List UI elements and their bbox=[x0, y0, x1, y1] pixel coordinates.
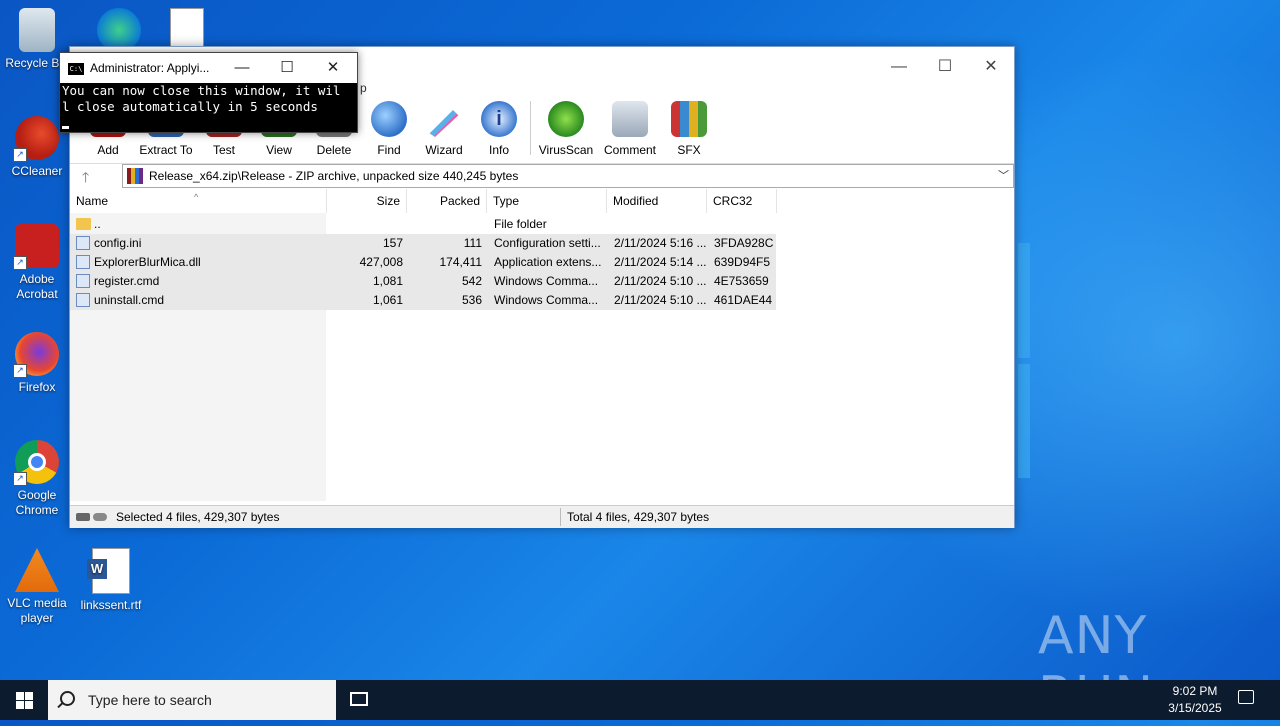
settings-file-icon bbox=[76, 236, 90, 250]
drive-icon[interactable] bbox=[76, 513, 90, 521]
shortcut-arrow-icon: ↗ bbox=[13, 148, 27, 162]
folder-icon bbox=[76, 218, 91, 230]
cmd-maximize-button[interactable]: ☐ bbox=[267, 57, 307, 79]
column-header-crc32[interactable]: CRC32 bbox=[707, 189, 777, 213]
cmd-output: You can now close this window, it wil l c… bbox=[62, 83, 341, 114]
column-header-modified[interactable]: Modified bbox=[607, 189, 707, 213]
status-bar: Selected 4 files, 429,307 bytes Total 4 … bbox=[70, 505, 1014, 528]
task-view-icon[interactable] bbox=[350, 692, 368, 706]
column-header-type[interactable]: Type bbox=[487, 189, 607, 213]
desktop-icon-linkssent-rtf[interactable]: W linkssent.rtf bbox=[76, 548, 146, 613]
dll-file-icon bbox=[76, 255, 90, 269]
virusscan-button[interactable]: VirusScan bbox=[536, 101, 596, 157]
shortcut-arrow-icon: ↗ bbox=[13, 256, 27, 270]
table-row[interactable]: ExplorerBlurMica.dll 427,008 174,411 App… bbox=[70, 253, 776, 272]
desktop-icon-firefox[interactable]: ↗ Firefox bbox=[2, 332, 72, 395]
cmd-minimize-button[interactable]: — bbox=[222, 57, 262, 79]
key-icon[interactable] bbox=[93, 513, 107, 521]
sfx-button[interactable]: SFX bbox=[659, 101, 719, 157]
vlc-icon bbox=[15, 548, 59, 592]
minimize-button[interactable]: — bbox=[876, 53, 922, 81]
virusscan-icon bbox=[548, 101, 584, 137]
adobe-acrobat-icon: ↗ bbox=[13, 224, 59, 270]
start-button[interactable] bbox=[0, 680, 48, 720]
menu-help-fragment[interactable]: p bbox=[360, 81, 367, 95]
desktop-icon-google-chrome[interactable]: ↗ Google Chrome bbox=[2, 440, 72, 518]
sfx-icon bbox=[671, 101, 707, 137]
windows-logo-bg-top bbox=[1018, 243, 1030, 358]
find-icon bbox=[371, 101, 407, 137]
cmd-file-icon bbox=[76, 274, 90, 288]
cmd-title: Administrator: Applyi... bbox=[90, 61, 210, 75]
search-icon bbox=[60, 691, 75, 706]
notification-center-icon[interactable] bbox=[1238, 690, 1254, 704]
cmd-window[interactable]: C:\ Administrator: Applyi... — ☐ ✕ You c… bbox=[59, 52, 358, 133]
cmd-titlebar[interactable]: C:\ Administrator: Applyi... — ☐ ✕ bbox=[60, 53, 357, 83]
table-row-parent-folder[interactable]: .. File folder bbox=[70, 215, 776, 234]
status-total: Total 4 files, 429,307 bytes bbox=[567, 510, 710, 524]
windows-logo-icon bbox=[16, 692, 24, 700]
toolbar-separator bbox=[530, 101, 531, 155]
up-arrow-icon[interactable]: 🡑 bbox=[82, 167, 89, 191]
status-separator bbox=[560, 508, 561, 526]
winrar-archive-icon bbox=[127, 168, 143, 184]
chrome-icon: ↗ bbox=[13, 440, 59, 486]
status-selected: Selected 4 files, 429,307 bytes bbox=[116, 510, 280, 524]
chevron-down-icon[interactable]: ﹀ bbox=[998, 167, 1009, 183]
table-row[interactable]: register.cmd 1,081 542 Windows Comma... … bbox=[70, 272, 776, 291]
find-button[interactable]: Find bbox=[359, 101, 419, 157]
firefox-icon: ↗ bbox=[13, 332, 59, 378]
file-list[interactable]: Name ^ Size Packed Type Modified CRC32 ..… bbox=[70, 189, 1014, 501]
info-button[interactable]: i Info bbox=[469, 101, 529, 157]
desktop-icon-vlc[interactable]: VLC media player bbox=[2, 548, 72, 626]
column-header-size[interactable]: Size bbox=[327, 189, 407, 213]
comment-button[interactable]: Comment bbox=[600, 101, 660, 157]
table-row[interactable]: uninstall.cmd 1,061 536 Windows Comma...… bbox=[70, 291, 776, 310]
column-header-packed[interactable]: Packed bbox=[407, 189, 487, 213]
ccleaner-icon: ↗ bbox=[13, 116, 59, 162]
cmd-icon: C:\ bbox=[68, 63, 84, 75]
shortcut-arrow-icon: ↗ bbox=[13, 364, 27, 378]
taskbar: Type here to search 9:02 PM 3/15/2025 bbox=[0, 680, 1280, 720]
address-bar: 🡑 Release_x64.zip\Release - ZIP archive,… bbox=[70, 163, 1014, 188]
maximize-button[interactable]: ☐ bbox=[922, 53, 968, 81]
cmd-file-icon bbox=[76, 293, 90, 307]
wizard-button[interactable]: Wizard bbox=[414, 101, 474, 157]
system-clock[interactable]: 9:02 PM 3/15/2025 bbox=[1150, 683, 1240, 717]
windows-logo-bg-bottom bbox=[1018, 364, 1030, 478]
comment-icon bbox=[612, 101, 648, 137]
table-row[interactable]: config.ini 157 111 Configuration setti..… bbox=[70, 234, 776, 253]
sort-ascending-icon: ^ bbox=[194, 192, 199, 202]
archive-path-box[interactable]: Release_x64.zip\Release - ZIP archive, u… bbox=[122, 164, 1014, 188]
column-header-name[interactable]: Name ^ bbox=[70, 189, 327, 213]
taskbar-search-box[interactable]: Type here to search bbox=[48, 680, 336, 720]
shortcut-arrow-icon: ↗ bbox=[13, 472, 27, 486]
word-document-icon: W bbox=[87, 548, 130, 594]
desktop-icon-adobe-acrobat[interactable]: ↗ Adobe Acrobat bbox=[2, 224, 72, 302]
wizard-icon bbox=[429, 110, 459, 137]
recycle-bin-icon bbox=[19, 8, 55, 52]
cmd-close-button[interactable]: ✕ bbox=[313, 57, 353, 79]
search-placeholder: Type here to search bbox=[88, 692, 212, 708]
archive-path-text: Release_x64.zip\Release - ZIP archive, u… bbox=[149, 169, 519, 183]
close-button[interactable]: ✕ bbox=[968, 53, 1014, 81]
cmd-cursor bbox=[62, 126, 69, 129]
info-icon: i bbox=[481, 101, 517, 137]
